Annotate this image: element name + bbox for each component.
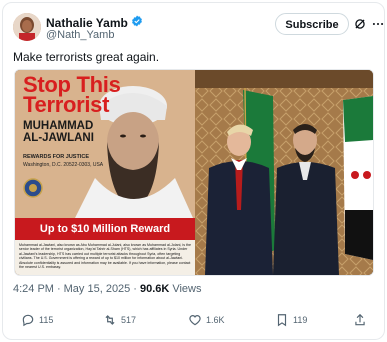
- views-label: Views: [172, 283, 202, 295]
- repost-icon: [105, 315, 115, 325]
- repost-count: 517: [121, 315, 137, 325]
- heart-icon: [189, 315, 201, 326]
- poster-rewards-heading: REWARDS FOR JUSTICE: [23, 154, 90, 160]
- like-button[interactable]: 1.6K: [188, 313, 225, 327]
- reply-count: 115: [39, 315, 54, 325]
- poster-reward-amount: Up to $10 Million Reward: [15, 218, 195, 240]
- poster-rewards-contact: Washington, D.C. 20522-0303, USA: [23, 162, 104, 168]
- reply-button[interactable]: 115: [21, 313, 53, 327]
- verified-badge-icon: [131, 14, 143, 32]
- poster-title-line2: Terrorist: [23, 92, 110, 117]
- like-count: 1.6K: [206, 315, 225, 325]
- author-name[interactable]: Nathalie Yamb: [46, 16, 128, 30]
- author-handle[interactable]: @Nath_Yamb: [46, 29, 114, 41]
- tweet-text: Make terrorists great again.: [13, 50, 160, 64]
- subscribe-button[interactable]: Subscribe: [275, 13, 349, 35]
- wanted-poster-image: Stop This Terrorist MUHAMMAD AL-JAWLANI …: [15, 70, 195, 275]
- tweet-header: Nathalie Yamb @Nath_Yamb Subscribe: [13, 13, 384, 47]
- tweet-date[interactable]: May 15, 2025: [64, 283, 131, 295]
- tweet-actions: 115 517 1.6K 119: [13, 313, 368, 333]
- poster-name-line2: AL-JAWLANI: [23, 132, 94, 144]
- more-options-icon[interactable]: [371, 17, 384, 31]
- bookmark-count: 119: [293, 315, 308, 325]
- meta-separator: ·: [133, 283, 137, 295]
- avatar[interactable]: [13, 13, 41, 41]
- reply-icon: [22, 314, 34, 327]
- meta-separator: ·: [56, 283, 61, 295]
- tweet-card: Nathalie Yamb @Nath_Yamb Subscribe Make …: [2, 2, 385, 340]
- tweet-media[interactable]: Stop This Terrorist MUHAMMAD AL-JAWLANI …: [14, 69, 374, 276]
- poster-fine-print: Muhammad al-Jawlani, also known as Abu M…: [19, 243, 191, 270]
- tweet-time[interactable]: 4:24 PM: [13, 283, 54, 295]
- bookmark-button[interactable]: 119: [275, 313, 307, 327]
- share-button[interactable]: [353, 313, 367, 327]
- grok-icon[interactable]: [353, 17, 367, 31]
- meeting-photo-image: [195, 70, 373, 275]
- share-icon: [355, 313, 365, 326]
- repost-button[interactable]: 517: [103, 313, 136, 327]
- tweet-meta: 4:24 PM · May 15, 2025 · 90.6K Views: [13, 283, 201, 295]
- bookmark-icon: [277, 314, 287, 327]
- poster-name-line1: MUHAMMAD: [23, 120, 94, 132]
- views-count: 90.6K: [139, 283, 170, 295]
